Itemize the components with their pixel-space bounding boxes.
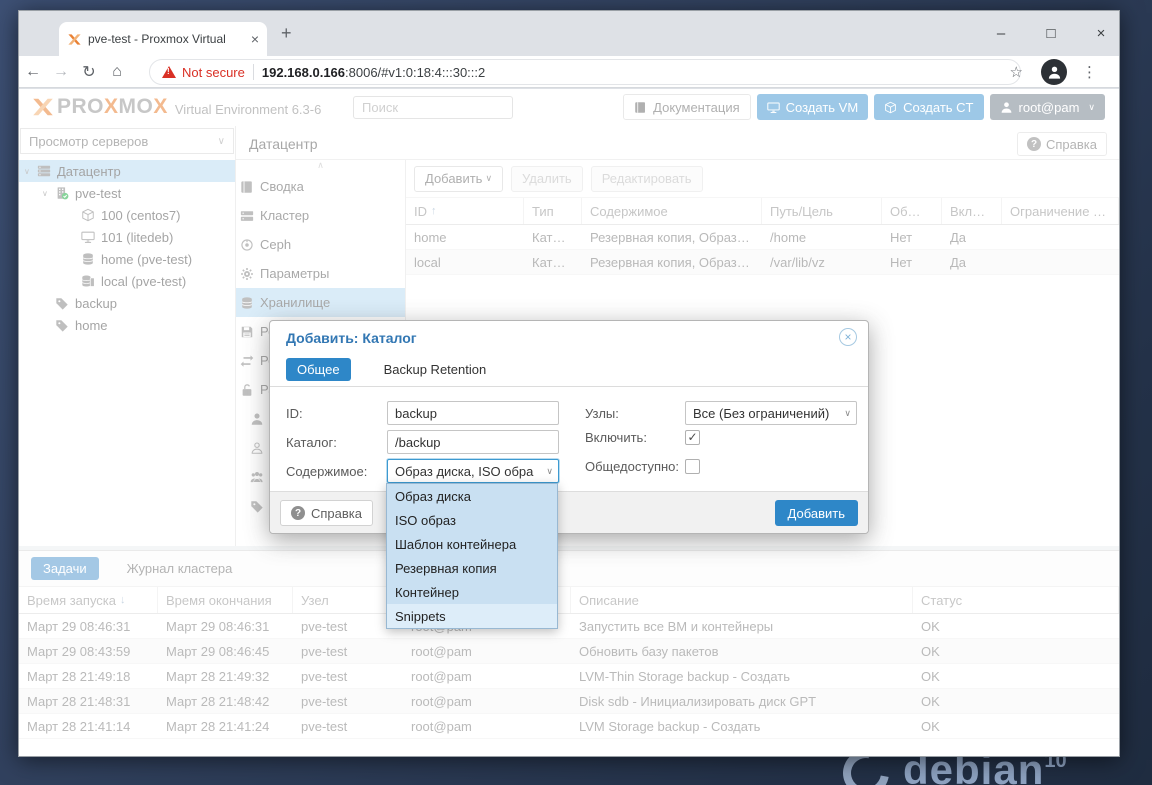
new-tab-button[interactable]: + (281, 23, 292, 44)
tab-close-icon[interactable]: × (251, 31, 259, 47)
proxmox-app: PROXMOX Virtual Environment 6.3-6 Докуме… (19, 89, 1119, 756)
content-label: Содержимое: (286, 463, 368, 479)
dropdown-option[interactable]: ISO образ (387, 508, 557, 532)
dialog-title: Добавить: Каталог (286, 330, 417, 346)
chevron-down-icon: ∨ (844, 407, 851, 418)
chevron-down-icon: ∨ (546, 465, 553, 476)
nodes-label: Узлы: (585, 405, 619, 421)
url-path: :8006/#v1:0:18:4:::30:::2 (345, 64, 486, 80)
nodes-combo[interactable]: Все (Без ограничений) ∨ (685, 401, 857, 425)
dropdown-option[interactable]: Контейнер (387, 580, 557, 604)
dropdown-option[interactable]: Snippets (387, 604, 557, 628)
shared-checkbox[interactable] (685, 459, 700, 474)
dropdown-option[interactable]: Резервная копия (387, 556, 557, 580)
dialog-help-button[interactable]: ? Справка (280, 500, 373, 526)
reload-icon[interactable]: ↻ (75, 62, 103, 82)
tab-title: pve-test - Proxmox Virtual (88, 32, 226, 46)
dropdown-option[interactable]: Образ диска (387, 484, 557, 508)
content-combo[interactable]: Образ диска, ISO обра ∨ (387, 459, 559, 483)
proxmox-favicon-icon (67, 32, 82, 47)
id-field[interactable] (387, 401, 559, 425)
forward-icon[interactable]: → (47, 63, 75, 81)
enable-label: Включить: (585, 430, 647, 445)
dialog-footer: ? Справка Добавить (270, 491, 868, 533)
dialog-header[interactable]: Добавить: Каталог × (270, 321, 868, 353)
back-icon[interactable]: ← (19, 63, 47, 81)
browser-menu-icon[interactable]: ⋮ (1082, 63, 1097, 81)
home-icon[interactable]: ⌂ (103, 63, 131, 81)
window-maximize-button[interactable]: □ (1043, 25, 1059, 42)
url-host: 192.168.0.166 (261, 64, 346, 80)
address-bar[interactable]: ! Not secure 192.168.0.166 :8006/#v1:0:1… (149, 59, 1021, 85)
dialog-body: ID: Узлы: Все (Без ограничений) ∨ Катало… (270, 387, 868, 489)
dialog-close-icon[interactable]: × (839, 328, 857, 346)
browser-titlebar: pve-test - Proxmox Virtual × + – □ × (19, 11, 1119, 56)
dialog-tab[interactable]: Backup Retention (373, 358, 498, 381)
window-close-button[interactable]: × (1093, 25, 1109, 42)
not-secure-warning-icon: ! (162, 66, 176, 78)
bookmark-star-icon[interactable]: ☆ (1010, 63, 1023, 81)
directory-field[interactable] (387, 430, 559, 454)
not-secure-label[interactable]: Not secure (182, 65, 245, 80)
browser-window: pve-test - Proxmox Virtual × + – □ × ← →… (18, 10, 1120, 757)
browser-profile-avatar[interactable] (1041, 59, 1067, 85)
browser-tab[interactable]: pve-test - Proxmox Virtual × (59, 22, 267, 56)
content-dropdown-list: Образ диска ISO образ Шаблон контейнера … (386, 483, 558, 629)
omnibox-divider (252, 64, 254, 80)
dropdown-option[interactable]: Шаблон контейнера (387, 532, 557, 556)
dialog-tabbar: Общее Backup Retention (270, 353, 868, 387)
add-directory-dialog: Добавить: Каталог × Общее Backup Retenti… (269, 320, 869, 534)
browser-toolbar: ← → ↻ ⌂ ! Not secure 192.168.0.166 :8006… (19, 56, 1119, 88)
dialog-tab[interactable]: Общее (286, 358, 351, 381)
shared-label: Общедоступно: (585, 459, 680, 474)
dialog-submit-button[interactable]: Добавить (774, 500, 858, 526)
directory-label: Каталог: (286, 434, 337, 450)
help-icon: ? (291, 506, 305, 520)
enable-checkbox[interactable]: ✓ (685, 430, 700, 445)
window-minimize-button[interactable]: – (993, 25, 1009, 42)
id-label: ID: (286, 405, 303, 421)
